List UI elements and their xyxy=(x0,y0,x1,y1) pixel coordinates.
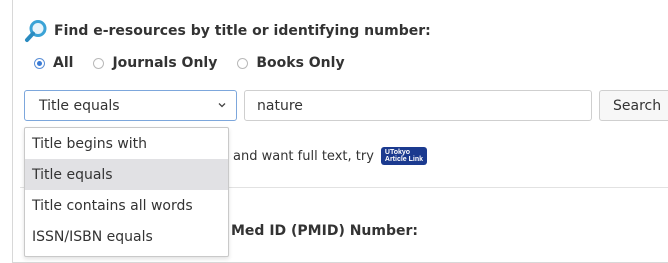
search-button-label: Search xyxy=(613,97,662,114)
scope-radio-group: All Journals Only Books Only xyxy=(34,55,365,71)
radio-selected-icon xyxy=(34,57,45,69)
scope-radio-all[interactable]: All xyxy=(34,55,73,71)
radio-unselected-icon xyxy=(93,57,105,69)
radio-label: Books Only xyxy=(256,55,345,71)
article-link-badge[interactable]: UTokyo Article Link xyxy=(380,147,428,165)
badge-line-2: Article Link xyxy=(384,156,424,163)
dropdown-option-title-begins-with[interactable]: Title begins with xyxy=(25,128,228,159)
radio-label: Journals Only xyxy=(112,55,218,71)
heading-text: Find e-resources by title or identifying… xyxy=(54,23,431,39)
section-heading: Find e-resources by title or identifying… xyxy=(24,18,431,44)
search-mode-select[interactable]: Title equals xyxy=(24,90,237,121)
scope-radio-books[interactable]: Books Only xyxy=(237,55,345,71)
badge-line-1: UTokyo xyxy=(384,149,411,156)
dropdown-option-title-contains-all-words[interactable]: Title contains all words xyxy=(25,190,228,221)
search-mode-dropdown: Title begins with Title equals Title con… xyxy=(24,127,229,257)
dropdown-option-title-equals[interactable]: Title equals xyxy=(25,159,228,190)
full-text-hint: and want full text, try UTokyo Article L… xyxy=(233,147,428,165)
scope-radio-journals[interactable]: Journals Only xyxy=(93,55,217,71)
pmid-heading: Med ID (PMID) Number: xyxy=(231,223,419,239)
radio-unselected-icon xyxy=(237,57,249,69)
hint-text: and want full text, try xyxy=(233,148,374,164)
search-button[interactable]: Search xyxy=(599,90,668,121)
dropdown-option-issn-isbn-equals[interactable]: ISSN/ISBN equals xyxy=(25,221,228,252)
search-mode-value: Title equals xyxy=(39,97,120,114)
chevron-down-icon xyxy=(218,103,226,108)
search-input[interactable] xyxy=(244,90,592,121)
radio-label: All xyxy=(53,55,74,71)
search-icon xyxy=(25,20,47,42)
